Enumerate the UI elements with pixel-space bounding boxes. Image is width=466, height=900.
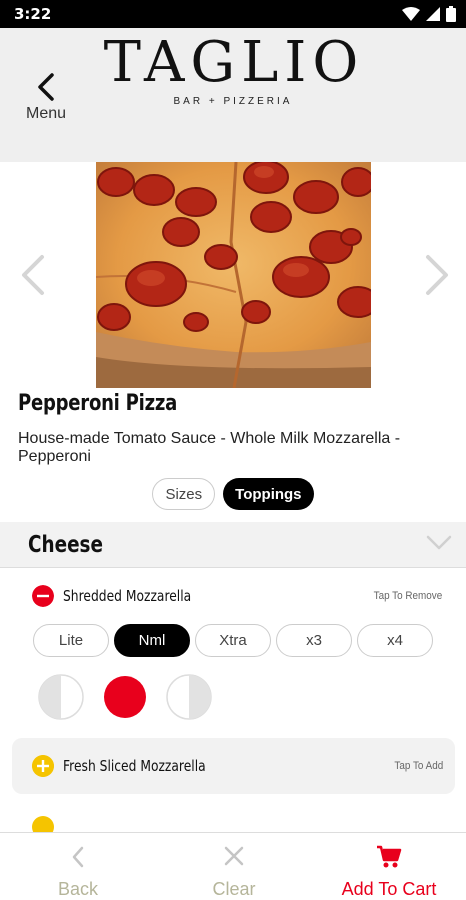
chevron-down-icon bbox=[426, 535, 452, 550]
chevron-left-icon bbox=[72, 846, 84, 868]
bottom-action-bar: Back Clear Add To Cart bbox=[0, 832, 466, 900]
topping-name: Shredded Mozzarella bbox=[63, 587, 192, 605]
amount-x3-button[interactable]: x3 bbox=[276, 624, 352, 657]
left-half-icon bbox=[38, 674, 84, 720]
right-half-portion-button[interactable] bbox=[166, 674, 212, 720]
right-half-icon bbox=[166, 674, 212, 720]
amount-lite-button[interactable]: Lite bbox=[33, 624, 109, 657]
minus-circle-icon bbox=[32, 585, 54, 607]
amount-x4-button[interactable]: x4 bbox=[357, 624, 433, 657]
cheese-section-header[interactable]: Cheese bbox=[0, 522, 466, 568]
tap-to-remove-hint: Tap To Remove bbox=[373, 590, 442, 602]
chevron-left-icon bbox=[22, 255, 44, 295]
tab-sizes[interactable]: Sizes bbox=[152, 478, 216, 510]
signal-icon bbox=[426, 7, 440, 21]
add-to-cart-label: Add To Cart bbox=[341, 879, 437, 899]
battery-icon bbox=[446, 6, 456, 22]
whole-icon bbox=[104, 676, 146, 718]
cart-icon bbox=[377, 845, 402, 868]
pepperoni-pizza-image bbox=[96, 162, 371, 388]
status-icons bbox=[402, 6, 456, 22]
chevron-left-icon bbox=[38, 73, 54, 101]
app-header: TAGLIO BAR + PIZZERIA Menu bbox=[0, 28, 466, 162]
chevron-right-icon bbox=[426, 255, 448, 295]
status-time: 3:22 bbox=[14, 5, 52, 23]
back-button[interactable]: Back bbox=[30, 833, 126, 900]
tap-to-add-hint: Tap To Add bbox=[394, 760, 443, 772]
menu-back-label: Menu bbox=[25, 105, 67, 122]
section-title: Cheese bbox=[28, 532, 103, 558]
wifi-icon bbox=[402, 7, 420, 21]
topping-row-fresh-sliced-mozzarella[interactable]: Fresh Sliced Mozzarella Tap To Add bbox=[12, 738, 455, 794]
menu-back-button[interactable]: Menu bbox=[20, 68, 76, 128]
next-photo-button[interactable] bbox=[422, 254, 452, 296]
clear-button[interactable]: Clear bbox=[186, 833, 282, 900]
tab-toppings[interactable]: Toppings bbox=[223, 478, 314, 510]
pizza-photo bbox=[96, 162, 371, 388]
topping-row-shredded-mozzarella[interactable]: Shredded Mozzarella Tap To Remove bbox=[0, 575, 466, 617]
amount-normal-button[interactable]: Nml bbox=[114, 624, 190, 657]
close-icon bbox=[224, 846, 244, 866]
back-label: Back bbox=[57, 879, 99, 899]
whole-portion-button[interactable] bbox=[102, 674, 148, 720]
item-name: Pepperoni Pizza bbox=[18, 391, 178, 416]
clear-label: Clear bbox=[212, 879, 256, 899]
plus-circle-icon bbox=[32, 755, 54, 777]
topping-name: Fresh Sliced Mozzarella bbox=[63, 757, 206, 775]
amount-selector: Lite Nml Xtra x3 x4 bbox=[33, 624, 433, 657]
add-to-cart-button[interactable]: Add To Cart bbox=[326, 833, 452, 900]
item-description: House-made Tomato Sauce - Whole Milk Moz… bbox=[18, 430, 401, 465]
status-bar: 3:22 bbox=[0, 0, 466, 28]
previous-photo-button[interactable] bbox=[18, 254, 48, 296]
left-half-portion-button[interactable] bbox=[38, 674, 84, 720]
option-tabs: Sizes Toppings bbox=[0, 478, 466, 510]
amount-extra-button[interactable]: Xtra bbox=[195, 624, 271, 657]
portion-selector bbox=[38, 674, 212, 720]
item-photo-carousel bbox=[0, 162, 466, 388]
